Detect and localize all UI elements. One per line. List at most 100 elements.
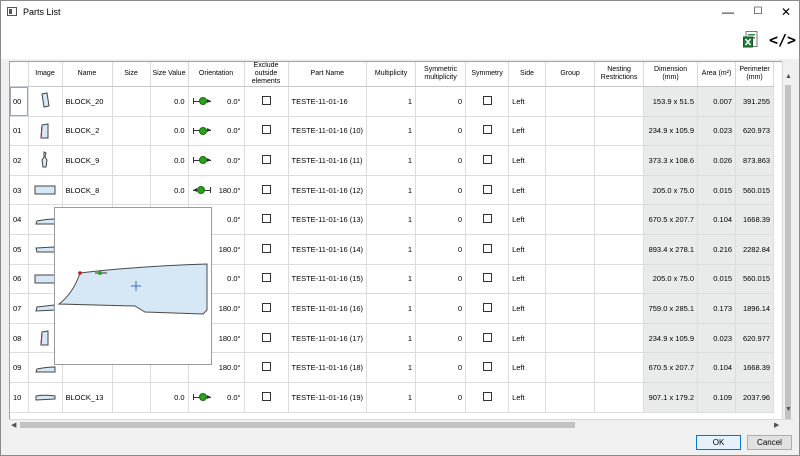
table-row[interactable]: 01 BLOCK_2 0.0 0.0° TESTE-11-01-16 (10) 1 0 Lef…: [10, 116, 775, 147]
close-button[interactable]: ✕: [771, 1, 800, 22]
header-image[interactable]: Image: [28, 62, 63, 87]
multiplicity[interactable]: 1: [366, 293, 417, 324]
symmetric-multiplicity[interactable]: 0: [415, 86, 467, 117]
symmetry-checkbox[interactable]: [482, 125, 492, 135]
multiplicity[interactable]: 1: [366, 323, 417, 354]
group-cell[interactable]: [545, 352, 596, 383]
multiplicity[interactable]: 1: [366, 145, 417, 176]
size-value[interactable]: 0.0: [150, 382, 189, 413]
header-size[interactable]: Size: [112, 62, 151, 87]
header-name[interactable]: Name: [62, 62, 113, 87]
symmetry-checkbox[interactable]: [482, 154, 492, 164]
side[interactable]: Left: [508, 86, 547, 117]
size-value[interactable]: 0.0: [150, 86, 189, 117]
exclude-outside-checkbox[interactable]: [261, 362, 271, 372]
horizontal-scrollbar[interactable]: ◀ ▶: [9, 419, 793, 430]
symmetric-multiplicity[interactable]: 0: [415, 323, 467, 354]
group-cell[interactable]: [545, 86, 596, 117]
ok-button[interactable]: OK: [696, 435, 741, 450]
header-symmetry[interactable]: Symmetry: [465, 62, 510, 87]
header-dimension[interactable]: Dimension (mm): [643, 62, 699, 87]
header-multiplicity[interactable]: Multiplicity: [366, 62, 417, 87]
orientation-cell[interactable]: 0.0°: [188, 86, 245, 117]
symmetry-checkbox[interactable]: [482, 332, 492, 342]
orientation-cell[interactable]: 0.0°: [188, 382, 245, 413]
size-value[interactable]: 0.0: [150, 116, 189, 147]
side[interactable]: Left: [508, 145, 547, 176]
table-row[interactable]: 02 BLOCK_9 0.0 0.0° TESTE-11-01-16 (11) 1 0 Lef…: [10, 145, 775, 176]
nesting-restrictions-cell[interactable]: [594, 293, 645, 324]
orientation-cell[interactable]: 0.0°: [188, 145, 245, 176]
symmetric-multiplicity[interactable]: 0: [415, 145, 467, 176]
symmetry-checkbox[interactable]: [482, 243, 492, 253]
side[interactable]: Left: [508, 234, 547, 265]
table-row[interactable]: 10 BLOCK_13 0.0 0.0° TESTE-11-01-16 (19) 1 0 Le…: [10, 382, 775, 413]
nesting-restrictions-cell[interactable]: [594, 382, 645, 413]
maximize-button[interactable]: ☐: [743, 1, 773, 22]
code-view-icon[interactable]: </>: [769, 31, 796, 49]
nesting-restrictions-cell[interactable]: [594, 86, 645, 117]
scroll-up-icon[interactable]: ▲: [785, 73, 792, 80]
side[interactable]: Left: [508, 204, 547, 235]
nesting-restrictions-cell[interactable]: [594, 145, 645, 176]
header-nesting-restrictions[interactable]: Nesting Restrictions: [594, 62, 645, 87]
header-area[interactable]: Area (m²): [697, 62, 737, 87]
symmetry-checkbox[interactable]: [482, 214, 492, 224]
symmetric-multiplicity[interactable]: 0: [415, 352, 467, 383]
scroll-down-icon[interactable]: ▼: [785, 406, 792, 413]
vertical-scrollbar[interactable]: ▲ ▼: [782, 61, 793, 421]
nesting-restrictions-cell[interactable]: [594, 352, 645, 383]
vertical-scroll-thumb[interactable]: [785, 85, 791, 421]
header-part-name[interactable]: Part Name: [288, 62, 368, 87]
exclude-outside-checkbox[interactable]: [261, 273, 271, 283]
excel-export-icon[interactable]: [743, 31, 758, 48]
header-group[interactable]: Group: [545, 62, 596, 87]
side[interactable]: Left: [508, 116, 547, 147]
side[interactable]: Left: [508, 175, 547, 206]
nesting-restrictions-cell[interactable]: [594, 264, 645, 295]
multiplicity[interactable]: 1: [366, 175, 417, 206]
header-symmetric-multiplicity[interactable]: Symmetric multiplicity: [415, 62, 467, 87]
size-cell[interactable]: [112, 86, 151, 117]
size-cell[interactable]: [112, 382, 151, 413]
table-row[interactable]: 00 BLOCK_20 0.0 0.0° TESTE-11-01-16 1 0 Left 153…: [10, 86, 775, 117]
group-cell[interactable]: [545, 175, 596, 206]
header-size-value[interactable]: Size Value: [150, 62, 189, 87]
symmetric-multiplicity[interactable]: 0: [415, 116, 467, 147]
symmetric-multiplicity[interactable]: 0: [415, 175, 467, 206]
size-cell[interactable]: [112, 175, 151, 206]
multiplicity[interactable]: 1: [366, 204, 417, 235]
orientation-cell[interactable]: 0.0°: [188, 116, 245, 147]
horizontal-scroll-thumb[interactable]: [20, 422, 575, 428]
size-cell[interactable]: [112, 145, 151, 176]
orientation-cell[interactable]: 180.0°: [188, 175, 245, 206]
side[interactable]: Left: [508, 293, 547, 324]
exclude-outside-checkbox[interactable]: [261, 184, 271, 194]
exclude-outside-checkbox[interactable]: [261, 243, 271, 253]
group-cell[interactable]: [545, 382, 596, 413]
symmetric-multiplicity[interactable]: 0: [415, 293, 467, 324]
size-cell[interactable]: [112, 116, 151, 147]
symmetry-checkbox[interactable]: [482, 273, 492, 283]
nesting-restrictions-cell[interactable]: [594, 204, 645, 235]
header-perimeter[interactable]: Perimeter (mm): [735, 62, 775, 87]
nesting-restrictions-cell[interactable]: [594, 234, 645, 265]
multiplicity[interactable]: 1: [366, 382, 417, 413]
multiplicity[interactable]: 1: [366, 264, 417, 295]
symmetric-multiplicity[interactable]: 0: [415, 204, 467, 235]
symmetric-multiplicity[interactable]: 0: [415, 382, 467, 413]
symmetry-checkbox[interactable]: [482, 362, 492, 372]
symmetry-checkbox[interactable]: [482, 184, 492, 194]
size-value[interactable]: 0.0: [150, 145, 189, 176]
nesting-restrictions-cell[interactable]: [594, 116, 645, 147]
exclude-outside-checkbox[interactable]: [261, 332, 271, 342]
scroll-right-icon[interactable]: ▶: [774, 421, 779, 429]
header-exclude-outside[interactable]: Exclude outside elements: [244, 62, 289, 87]
symmetry-checkbox[interactable]: [482, 302, 492, 312]
multiplicity[interactable]: 1: [366, 86, 417, 117]
multiplicity[interactable]: 1: [366, 352, 417, 383]
side[interactable]: Left: [508, 382, 547, 413]
scroll-left-icon[interactable]: ◀: [11, 421, 16, 429]
group-cell[interactable]: [545, 116, 596, 147]
side[interactable]: Left: [508, 323, 547, 354]
